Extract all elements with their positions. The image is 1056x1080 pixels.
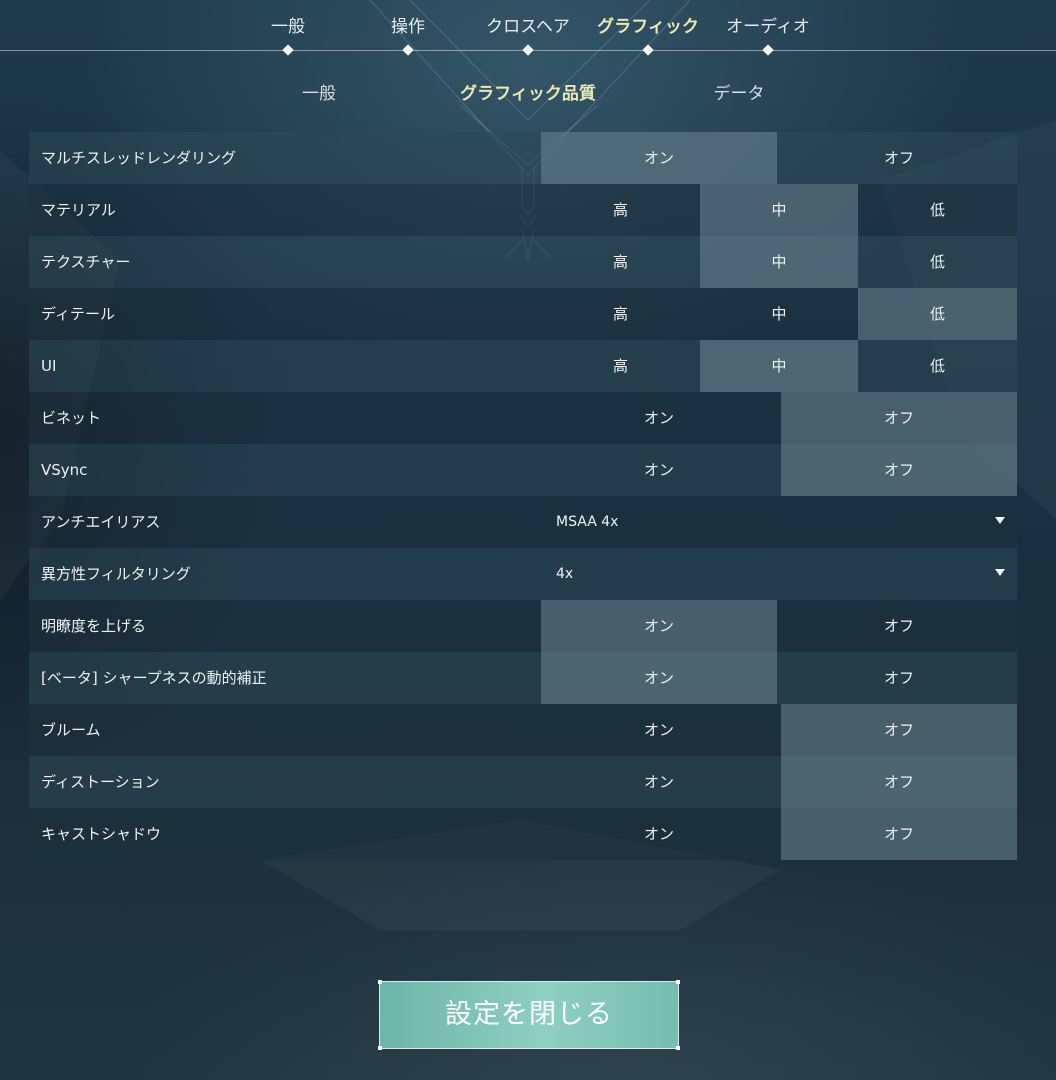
option-high[interactable]: 高 (541, 288, 700, 340)
option-low[interactable]: 低 (858, 184, 1017, 236)
option-medium[interactable]: 中 (700, 236, 858, 288)
option-on[interactable]: オン (541, 600, 777, 652)
setting-label: アンチエイリアス (41, 513, 161, 531)
option-off[interactable]: オフ (781, 808, 1017, 860)
tab-audio[interactable]: オーディオ (708, 12, 828, 37)
setting-row-multithreaded-rendering: マルチスレッドレンダリング オン オフ (29, 132, 1017, 184)
tab-marker-icon (282, 44, 294, 56)
option-on[interactable]: オン (541, 652, 777, 704)
option-on[interactable]: オン (541, 444, 777, 496)
option-medium[interactable]: 中 (700, 340, 858, 392)
subtab-graphics-quality[interactable]: グラフィック品質 (448, 79, 608, 104)
button-corner-decoration (378, 1046, 382, 1050)
tab-marker-icon (642, 44, 654, 56)
setting-row-vsync: VSync オン オフ (29, 444, 1017, 496)
button-corner-decoration (378, 980, 382, 984)
option-low[interactable]: 低 (858, 288, 1017, 340)
close-settings-label: 設定を閉じる (445, 999, 613, 1030)
setting-row-ui: UI 高 中 低 (29, 340, 1017, 392)
option-off[interactable]: オフ (781, 392, 1017, 444)
setting-label: [ベータ] シャープネスの動的補正 (41, 669, 267, 687)
setting-label: UI (41, 357, 57, 375)
setting-row-bloom: ブルーム オン オフ (29, 704, 1017, 756)
tab-general[interactable]: 一般 (228, 12, 348, 37)
option-high[interactable]: 高 (541, 184, 700, 236)
setting-row-distortion: ディストーション オン オフ (29, 756, 1017, 808)
subtab-general[interactable]: 一般 (279, 79, 359, 104)
settings-list: マルチスレッドレンダリング オン オフ マテリアル 高 中 低 テクスチャー 高… (29, 132, 1017, 860)
option-on[interactable]: オン (541, 756, 777, 808)
setting-row-detail: ディテール 高 中 低 (29, 288, 1017, 340)
close-settings-button[interactable]: 設定を閉じる (378, 980, 680, 1050)
setting-label: 異方性フィルタリング (41, 565, 191, 583)
option-high[interactable]: 高 (541, 236, 700, 288)
setting-label: 明瞭度を上げる (41, 617, 147, 635)
tab-marker-icon (402, 44, 414, 56)
option-off[interactable]: オフ (781, 444, 1017, 496)
chevron-down-icon (995, 517, 1005, 524)
setting-label: VSync (41, 461, 88, 479)
setting-row-anisotropic-filtering: 異方性フィルタリング 4x (29, 548, 1017, 600)
setting-row-material: マテリアル 高 中 低 (29, 184, 1017, 236)
tab-marker-icon (522, 44, 534, 56)
option-medium[interactable]: 中 (700, 184, 858, 236)
option-off[interactable]: オフ (781, 756, 1017, 808)
anisotropic-filtering-dropdown[interactable]: 4x (541, 548, 1017, 600)
tab-crosshair[interactable]: クロスヘア (468, 12, 588, 37)
setting-row-cast-shadows: キャストシャドウ オン オフ (29, 808, 1017, 860)
option-off[interactable]: オフ (781, 600, 1017, 652)
dropdown-value: 4x (556, 566, 574, 582)
setting-label: ディストーション (41, 773, 160, 791)
tab-marker-icon (762, 44, 774, 56)
setting-label: ビネット (41, 409, 102, 427)
button-corner-decoration (676, 1046, 680, 1050)
chevron-down-icon (995, 569, 1005, 576)
option-on[interactable]: オン (541, 704, 777, 756)
option-high[interactable]: 高 (541, 340, 700, 392)
option-off[interactable]: オフ (781, 652, 1017, 704)
setting-label: マルチスレッドレンダリング (41, 149, 237, 167)
subtab-data[interactable]: データ (699, 79, 779, 104)
setting-row-improve-clarity: 明瞭度を上げる オン オフ (29, 600, 1017, 652)
dropdown-value: MSAA 4x (556, 514, 619, 530)
option-low[interactable]: 低 (858, 340, 1017, 392)
tab-controls[interactable]: 操作 (348, 12, 468, 37)
setting-label: テクスチャー (41, 253, 131, 271)
setting-row-vignette: ビネット オン オフ (29, 392, 1017, 444)
setting-label: ブルーム (41, 721, 101, 739)
setting-row-experimental-sharpening: [ベータ] シャープネスの動的補正 オン オフ (29, 652, 1017, 704)
option-low[interactable]: 低 (858, 236, 1017, 288)
button-corner-decoration (676, 980, 680, 984)
setting-label: キャストシャドウ (41, 825, 162, 843)
setting-label: ディテール (41, 305, 115, 323)
setting-label: マテリアル (41, 201, 116, 219)
setting-row-anti-aliasing: アンチエイリアス MSAA 4x (29, 496, 1017, 548)
option-medium[interactable]: 中 (700, 288, 858, 340)
option-on[interactable]: オン (541, 392, 777, 444)
option-on[interactable]: オン (541, 132, 777, 184)
option-off[interactable]: オフ (781, 132, 1017, 184)
option-on[interactable]: オン (541, 808, 777, 860)
tab-graphics[interactable]: グラフィック (588, 12, 708, 37)
anti-aliasing-dropdown[interactable]: MSAA 4x (541, 496, 1017, 548)
top-navigation: 一般 操作 クロスヘア グラフィック オーディオ (0, 0, 1056, 60)
option-off[interactable]: オフ (781, 704, 1017, 756)
setting-row-texture: テクスチャー 高 中 低 (29, 236, 1017, 288)
